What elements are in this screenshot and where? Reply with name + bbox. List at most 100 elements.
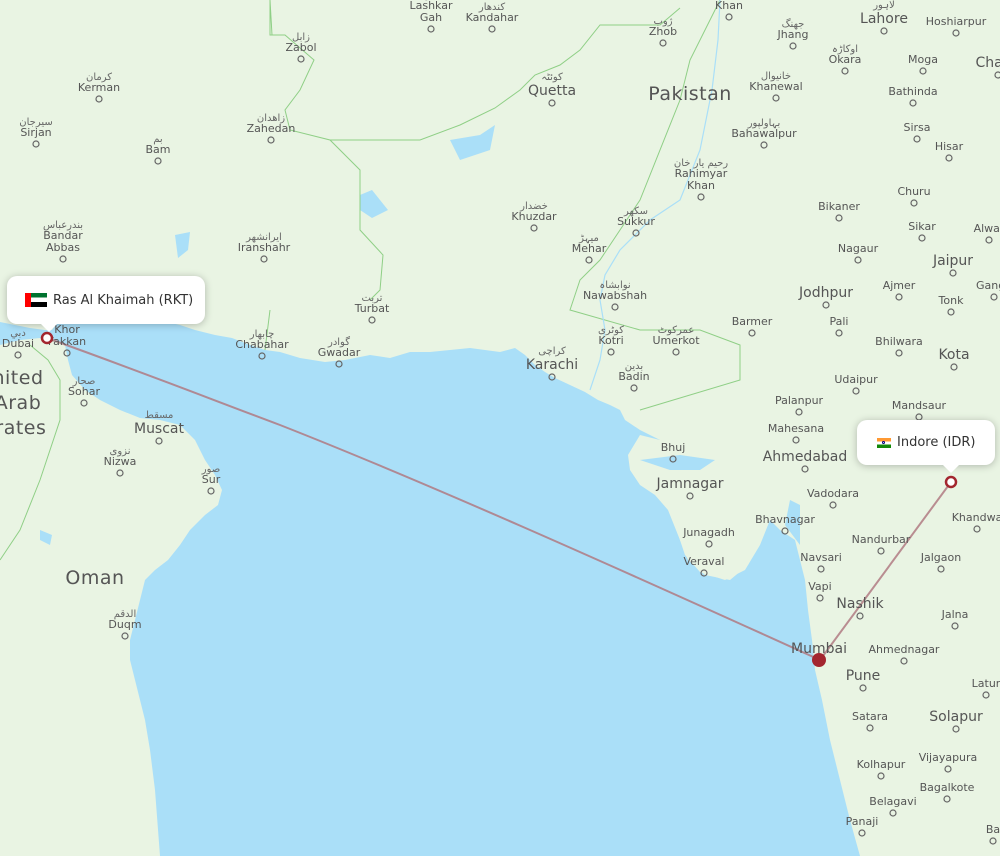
destination-airport-popup[interactable]: Indore (IDR) (857, 420, 995, 473)
city-name: Bhilwara (875, 335, 923, 348)
city-name: Nandurbar (852, 533, 911, 546)
city-name: Bagalkote (920, 781, 975, 794)
city-name: Palanpur (775, 394, 824, 407)
city-name: Satara (852, 710, 888, 723)
city-name-native: جھنگ (782, 18, 805, 30)
origin-airport-label: Ras Al Khaimah (RKT) (53, 292, 194, 308)
city-name-native: لاہور (872, 0, 895, 11)
city-name-native: لشکرگاه (413, 0, 449, 1)
city-name: Jalna (941, 608, 969, 621)
city-name: Moga (908, 53, 938, 66)
city-name: Barmer (732, 315, 773, 328)
city-name-native: کرمان (86, 72, 112, 83)
city-name: Solapur (929, 709, 983, 725)
city-name-native: کوٹری (598, 325, 624, 336)
stopover-marker-mumbai[interactable] (812, 653, 826, 667)
city-name: Jalgaon (920, 551, 961, 564)
city-name-native: مسقط (145, 410, 174, 421)
city-name: Bhuj (661, 441, 686, 454)
city-name: Jodhpur (798, 285, 853, 301)
city-name: Sikar (908, 220, 936, 233)
country-label-united-arab-emirates: irates (0, 417, 46, 439)
city-name: Vadodara (807, 487, 859, 500)
city-name-native: سیرجان (19, 117, 53, 128)
city-name: Veraval (683, 555, 724, 568)
city-name: Karachi (526, 357, 578, 373)
city-name-native: تربت (362, 293, 383, 304)
city-name-native: رحیم یار خان (674, 158, 728, 169)
country-label-oman: Oman (65, 567, 124, 589)
city-name-native: چابهار (249, 329, 275, 340)
city-name: Ahmedabad (763, 449, 848, 465)
city-name-native: میہڑ (578, 233, 599, 244)
city-name: Muscat (134, 421, 185, 437)
city-name-native: زابل (292, 32, 310, 43)
city-name: Khan (687, 179, 715, 192)
city-name: Latur (972, 677, 1000, 690)
origin-marker[interactable] (40, 331, 54, 345)
route-map[interactable]: GahLashkarلشکرگاهKandaharکندهارZabolزابل… (0, 0, 1000, 856)
city-name: Vijayapura (919, 751, 978, 764)
destination-airport-label: Indore (IDR) (897, 435, 976, 450)
uae-flag-icon (25, 293, 47, 307)
city-name: Jamnagar (655, 476, 723, 492)
city-name: Alwar (974, 222, 1000, 235)
origin-airport-popup[interactable]: Ras Al Khaimah (RKT) (7, 276, 205, 332)
city-name: Khor (54, 323, 80, 336)
city-name-native: صور (201, 464, 221, 475)
city-name: Lashkar (409, 0, 452, 12)
city-name-native: عمرکوٹ (658, 325, 695, 336)
city-name: Mandsaur (892, 399, 947, 412)
country-label-united-arab-emirates: nited (0, 367, 44, 389)
city-name-native: گوادر (327, 336, 350, 348)
city-name: Mahesana (768, 422, 824, 435)
city-name: Junagadh (682, 526, 735, 539)
city-name: Sirsa (903, 121, 930, 134)
city-name: Kota (938, 347, 969, 363)
city-name-native: نوابشاہ (599, 280, 630, 291)
city-name: Nagaur (838, 242, 879, 255)
city-name: Pune (846, 668, 881, 684)
city-name-native: کراچی (538, 346, 566, 357)
city-name: Ajmer (883, 279, 916, 292)
city-name: Bathinda (888, 85, 937, 98)
city-name: Pali (830, 315, 849, 328)
city-name-native: دبي (10, 328, 26, 339)
city-name: Jaipur (932, 253, 973, 269)
country-label-pakistan: Pakistan (648, 83, 732, 105)
city-name: Ahmednagar (869, 643, 940, 656)
city-name: Tonk (938, 294, 965, 307)
city-name: Vapi (808, 580, 831, 593)
city-name: Belagavi (869, 795, 916, 808)
city-name: Fakkan (48, 335, 86, 348)
city-name-native: بندرعباس (43, 220, 83, 231)
destination-marker[interactable] (944, 475, 958, 489)
city-name: Ba (986, 823, 1000, 836)
city-name-native: زاهدان (257, 113, 285, 124)
city-name-native: صحار (72, 376, 96, 387)
city-name: Bikaner (818, 200, 860, 213)
city-name: Udaipur (834, 373, 878, 386)
city-name: Abbas (46, 241, 80, 254)
city-name-native: کوئٹہ (541, 72, 563, 83)
city-name: Bhavnagar (755, 513, 815, 526)
city-name-native: سکھر (623, 206, 648, 217)
city-name-native: اوکاڑہ (832, 44, 858, 55)
country-label-united-arab-emirates: Arab (0, 392, 41, 414)
city-name: Lahore (860, 11, 908, 27)
city-name: Chand (976, 55, 1000, 71)
city-name-native: کندهار (478, 2, 505, 13)
india-flag-icon (877, 437, 891, 448)
city-name: Panaji (846, 815, 879, 828)
city-name-native: بدین (625, 361, 643, 372)
city-name: Nashik (836, 596, 884, 612)
city-name: Ganga (976, 279, 1000, 292)
city-name-native: بہاولپور (747, 118, 781, 129)
city-name-native: ایرانشهر (245, 232, 282, 243)
city-name: Churu (897, 185, 930, 198)
city-name-native: ژوب (653, 16, 672, 27)
city-name: Khan (715, 0, 743, 12)
city-name: Navsari (800, 551, 842, 564)
city-name: Khandwa (952, 511, 1000, 524)
city-name: Hisar (935, 140, 964, 153)
